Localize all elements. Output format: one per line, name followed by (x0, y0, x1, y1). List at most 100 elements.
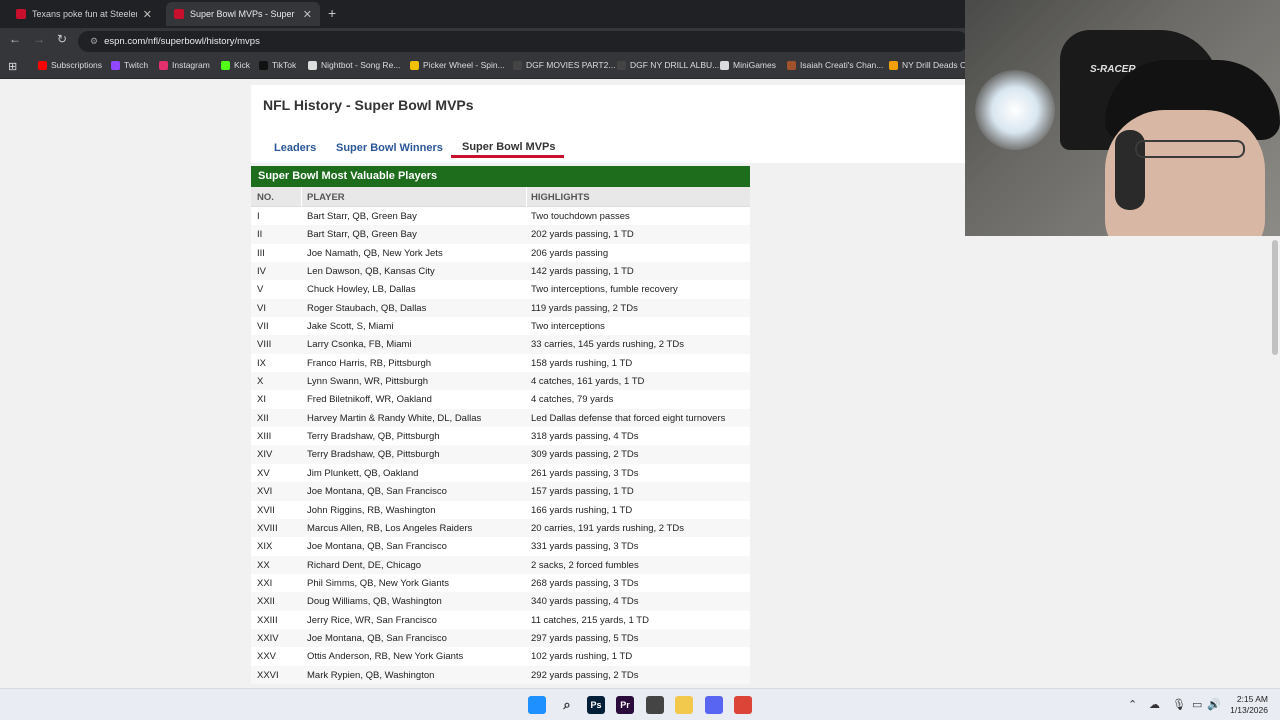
cell-highlights: Two interceptions (531, 321, 605, 333)
premiere-icon[interactable]: Pr (616, 696, 634, 714)
column-header-highlights: HIGHLIGHTS (531, 192, 590, 203)
bookmark-item[interactable]: Isaiah Creati's Chan... (787, 60, 883, 70)
cell-player: Fred Biletnikoff, WR, Oakland (307, 394, 432, 406)
bookmark-item[interactable]: Nightbot - Song Re... (308, 60, 400, 70)
bookmark-item[interactable]: Subscriptions (38, 60, 102, 70)
close-tab-icon[interactable]: ✕ (143, 8, 152, 21)
cell-player: Joe Montana, QB, San Francisco (307, 632, 447, 644)
bookmark-item[interactable]: Kick (221, 60, 250, 70)
photoshop-icon[interactable]: Ps (587, 696, 605, 714)
cell-player: Phil Simms, QB, New York Giants (307, 577, 450, 589)
scrollbar-thumb[interactable] (1272, 240, 1278, 355)
bookmark-item[interactable]: TikTok (259, 60, 296, 70)
forward-icon[interactable]: → (33, 32, 45, 46)
file-explorer-icon[interactable] (675, 696, 693, 714)
cell-player: Mark Rypien, QB, Washington (307, 669, 435, 681)
obs-icon[interactable] (646, 696, 664, 714)
address-bar[interactable]: ⚙ espn.com/nfl/superbowl/history/mvps (78, 31, 968, 52)
apps-grid-icon[interactable]: ⊞ (8, 60, 17, 73)
cell-highlights: 158 yards rushing, 1 TD (531, 357, 633, 369)
page-icon (617, 60, 626, 70)
windows-start-icon[interactable] (528, 696, 546, 714)
bookmark-label: Subscriptions (51, 60, 103, 70)
chevron-up-icon[interactable]: ⌃ (1128, 698, 1137, 711)
cell-player: Joe Montana, QB, San Francisco (307, 541, 447, 553)
site-info-icon[interactable]: ⚙ (90, 36, 98, 46)
cell-player: Harvey Martin & Randy White, DL, Dallas (307, 412, 482, 424)
search-icon[interactable]: ⌕ (558, 696, 576, 714)
espn-favicon-icon (174, 9, 184, 19)
close-tab-icon[interactable]: ✕ (303, 8, 312, 21)
cell-number: III (257, 247, 265, 259)
table-row: XXV Ottis Anderson, RB, New York Giants 10… (251, 647, 750, 665)
cell-highlights: 119 yards passing, 2 TDs (531, 302, 638, 314)
cell-highlights: 331 yards passing, 3 TDs (531, 541, 639, 553)
espn-favicon-icon (16, 9, 26, 19)
tab-label: Super Bowl MVPs - Super Bowl (190, 9, 297, 19)
browser-tab-texans[interactable]: Texans poke fun at Steelers afte ✕ (8, 2, 160, 26)
table-row: XIV Terry Bradshaw, QB, Pittsburgh 309 yar… (251, 445, 750, 464)
bookmark-item[interactable]: NY Drill Deads Ou (889, 60, 971, 70)
reload-icon[interactable]: ↻ (57, 32, 67, 46)
table-row: XI Fred Biletnikoff, WR, Oakland 4 catches… (251, 390, 750, 408)
bookmark-item[interactable]: Instagram (159, 60, 210, 70)
table-row: XXVI Mark Rypien, QB, Washington 292 yards… (251, 665, 750, 684)
browser-tab-super-bowl-mvps[interactable]: Super Bowl MVPs - Super Bowl ✕ (166, 2, 320, 26)
table-row: III Joe Namath, QB, New York Jets 206 yard… (251, 244, 750, 262)
page-title: NFL History - Super Bowl MVPs (263, 97, 474, 113)
cell-player: Larry Csonka, FB, Miami (307, 339, 412, 351)
cell-number: XXII (257, 596, 275, 608)
cell-number: XVI (257, 486, 273, 498)
cell-player: John Riggins, RB, Washington (307, 504, 436, 516)
page-icon (787, 60, 796, 70)
table-column-headers: NO. PLAYER HIGHLIGHTS (251, 187, 750, 207)
table-row: IV Len Dawson, QB, Kansas City 142 yards p… (251, 262, 750, 281)
cell-player: Joe Montana, QB, San Francisco (307, 486, 447, 498)
cell-player: Jerry Rice, WR, San Francisco (307, 614, 437, 626)
wheel-icon (410, 60, 419, 70)
kick-icon (221, 60, 230, 70)
system-clock[interactable]: 2:15 AM 1/13/2026 (1222, 694, 1268, 716)
chrome-icon[interactable] (734, 696, 752, 714)
cell-highlights: Two interceptions, fumble recovery (531, 284, 678, 296)
cell-number: VII (257, 321, 269, 333)
table-row: XVIII Marcus Allen, RB, Los Angeles Raide… (251, 518, 750, 538)
bookmark-label: MiniGames (733, 60, 776, 70)
cell-highlights: 206 yards passing (531, 247, 609, 259)
network-icon[interactable]: ▭ (1192, 698, 1202, 711)
cell-highlights: 261 yards passing, 3 TDs (531, 467, 639, 479)
cell-player: Bart Starr, QB, Green Bay (307, 229, 417, 241)
cell-highlights: 309 yards passing, 2 TDs (531, 449, 639, 461)
tab-super-bowl-winners[interactable]: Super Bowl Winners (336, 142, 443, 154)
cell-player: Richard Dent, DE, Chicago (307, 559, 422, 571)
microphone-icon[interactable]: 🎙 (1172, 698, 1186, 711)
bookmark-item[interactable]: MiniGames (720, 60, 776, 70)
cell-number: XXVI (257, 669, 279, 681)
cell-number: XV (257, 467, 270, 479)
page-scrollbar[interactable] (1270, 236, 1280, 688)
tab-leaders[interactable]: Leaders (274, 142, 316, 154)
table-row: I Bart Starr, QB, Green Bay Two touchdown … (251, 207, 750, 225)
onedrive-cloud-icon[interactable]: ☁ (1149, 698, 1160, 711)
cell-highlights: 340 yards passing, 4 TDs (531, 596, 639, 608)
cell-player: Jake Scott, S, Miami (307, 321, 394, 333)
webcam-overlay: S-RACER (965, 0, 1280, 236)
volume-icon[interactable]: 🔊 (1207, 698, 1221, 711)
cell-number: XI (257, 394, 266, 406)
cell-highlights: 318 yards passing, 4 TDs (531, 431, 639, 443)
bookmark-item[interactable]: DGF NY DRILL ALBU... (617, 60, 719, 70)
cell-highlights: 157 yards passing, 1 TD (531, 486, 634, 498)
tab-super-bowl-mvps[interactable]: Super Bowl MVPs (462, 141, 556, 153)
table-row: VII Jake Scott, S, Miami Two interceptions (251, 317, 750, 335)
cell-highlights: 292 yards passing, 2 TDs (531, 669, 639, 681)
bookmark-item[interactable]: DGF MOVIES PART2... (513, 60, 615, 70)
bookmark-item[interactable]: Twitch (111, 60, 148, 70)
bookmark-label: Isaiah Creati's Chan... (800, 60, 884, 70)
bookmark-item[interactable]: Picker Wheel - Spin... (410, 60, 505, 70)
discord-icon[interactable] (705, 696, 723, 714)
cell-highlights: 20 carries, 191 yards rushing, 2 TDs (531, 522, 684, 534)
table-body: I Bart Starr, QB, Green Bay Two touchdown … (251, 207, 750, 684)
back-icon[interactable]: ← (9, 32, 21, 46)
new-tab-icon[interactable]: + (328, 5, 336, 21)
tab-label: Texans poke fun at Steelers afte (32, 9, 137, 19)
